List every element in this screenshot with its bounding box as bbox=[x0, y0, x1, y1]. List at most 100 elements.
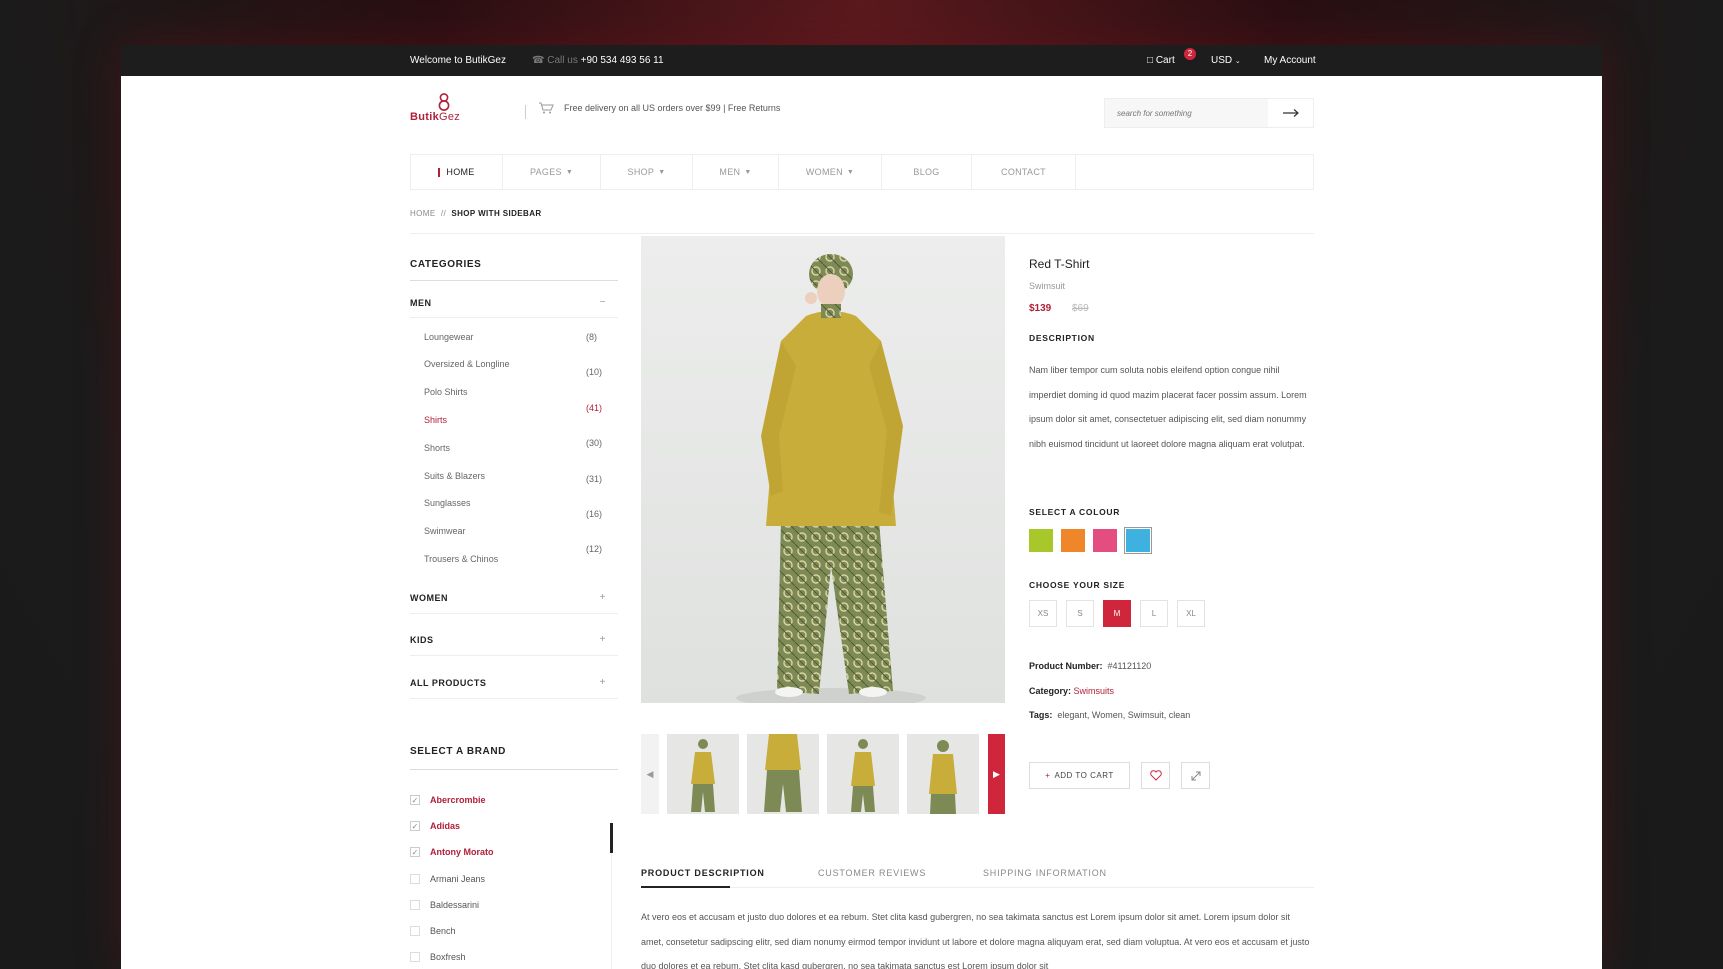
category-men[interactable]: MEN − bbox=[410, 297, 606, 308]
product-category: Swimsuit bbox=[1029, 281, 1066, 291]
logo-text: ButikGez bbox=[410, 111, 461, 123]
brand-option[interactable]: Baldessarini bbox=[410, 900, 479, 910]
description-title: DESCRIPTION bbox=[1029, 333, 1095, 343]
model-figure bbox=[641, 236, 1005, 703]
colour-swatch-orange[interactable] bbox=[1061, 529, 1085, 552]
tab-shipping-information[interactable]: SHIPPING INFORMATION bbox=[983, 868, 1107, 878]
subcategory-trousers-chinos[interactable]: Trousers & Chinos bbox=[424, 554, 498, 564]
product-category-label: Category: bbox=[1029, 686, 1072, 696]
colour-swatch-green[interactable] bbox=[1029, 529, 1053, 552]
chevron-down-icon: ▼ bbox=[846, 168, 855, 176]
brand-option[interactable]: ✓ Antony Morato bbox=[410, 847, 494, 857]
nav-women[interactable]: WOMEN ▼ bbox=[779, 155, 882, 189]
nav-pages[interactable]: PAGES ▼ bbox=[503, 155, 601, 189]
thumbnail-image[interactable] bbox=[667, 734, 739, 814]
site-logo[interactable]: ButikGez bbox=[410, 93, 480, 123]
delivery-info: Free delivery on all US orders over $99 … bbox=[538, 102, 780, 114]
checkbox-checked-icon[interactable]: ✓ bbox=[410, 847, 420, 857]
size-option-m[interactable]: M bbox=[1103, 600, 1131, 627]
nav-men[interactable]: MEN ▼ bbox=[693, 155, 779, 189]
subcategory-count: (12) bbox=[586, 544, 603, 554]
size-option-s[interactable]: S bbox=[1066, 600, 1094, 627]
nav-home[interactable]: HOME bbox=[411, 155, 503, 189]
thumbnail-image[interactable] bbox=[907, 734, 979, 814]
thumbnail-prev-button[interactable]: ◀ bbox=[641, 734, 659, 814]
nav-shop[interactable]: SHOP ▼ bbox=[601, 155, 693, 189]
subcategory-count: (16) bbox=[586, 509, 603, 519]
search-input[interactable] bbox=[1105, 99, 1268, 127]
brand-underline bbox=[410, 769, 618, 770]
size-option-xl[interactable]: XL bbox=[1177, 600, 1205, 627]
thumbnail-figure bbox=[907, 734, 979, 814]
category-divider bbox=[410, 698, 618, 699]
checkbox-checked-icon[interactable]: ✓ bbox=[410, 795, 420, 805]
nav-blog[interactable]: BLOG bbox=[882, 155, 972, 189]
colour-swatch-blue[interactable] bbox=[1124, 527, 1152, 554]
brand-title: SELECT A BRAND bbox=[410, 746, 506, 757]
cart-link[interactable]: □ Cart bbox=[1147, 55, 1175, 66]
checkbox-checked-icon[interactable]: ✓ bbox=[410, 821, 420, 831]
colour-swatch-pink[interactable] bbox=[1093, 529, 1117, 552]
checkbox[interactable] bbox=[410, 926, 420, 936]
brand-scrollbar[interactable] bbox=[610, 823, 613, 853]
thumbnail-figure bbox=[827, 734, 899, 814]
subcategory-loungewear[interactable]: Loungewear bbox=[424, 332, 474, 342]
breadcrumb-home[interactable]: HOME bbox=[410, 209, 436, 218]
search-submit-button[interactable] bbox=[1268, 99, 1313, 127]
subcategory-shorts[interactable]: Shorts bbox=[424, 443, 450, 453]
product-tags[interactable]: elegant, Women, Swimsuit, clean bbox=[1057, 710, 1190, 720]
brand-option[interactable]: ✓ Abercrombie bbox=[410, 795, 486, 805]
brand-option[interactable]: Boxfresh bbox=[410, 952, 466, 962]
tab-content: At vero eos et accusam et justo duo dolo… bbox=[641, 912, 1310, 969]
subcategory-polo-shirts[interactable]: Polo Shirts bbox=[424, 387, 468, 397]
checkbox[interactable] bbox=[410, 874, 420, 884]
checkbox[interactable] bbox=[410, 900, 420, 910]
brand-option[interactable]: Bench bbox=[410, 926, 456, 936]
size-option-l[interactable]: L bbox=[1140, 600, 1168, 627]
add-to-cart-button[interactable]: + ADD TO CART bbox=[1029, 762, 1130, 789]
product-category-link[interactable]: Swimsuits bbox=[1074, 686, 1115, 696]
category-women[interactable]: WOMEN + bbox=[410, 592, 606, 603]
category-all-products[interactable]: ALL PRODUCTS + bbox=[410, 677, 606, 688]
thumbnail-next-button[interactable]: ▶ bbox=[988, 734, 1005, 814]
expand-button[interactable] bbox=[1181, 762, 1210, 789]
subcategory-count: (10) bbox=[586, 367, 603, 377]
breadcrumb: HOME // SHOP WITH SIDEBAR bbox=[410, 209, 542, 218]
brand-label: Abercrombie bbox=[430, 795, 486, 805]
thumbnail-image[interactable] bbox=[827, 734, 899, 814]
subcategory-shirts[interactable]: Shirts bbox=[424, 415, 447, 425]
brand-option[interactable]: Armani Jeans bbox=[410, 874, 485, 884]
add-to-cart-label: ADD TO CART bbox=[1054, 771, 1114, 780]
subcategory-suits-blazers[interactable]: Suits & Blazers bbox=[424, 471, 485, 481]
product-price: $139 bbox=[1029, 303, 1052, 314]
plus-icon: + bbox=[1045, 771, 1051, 780]
subcategory-oversized[interactable]: Oversized & Longline bbox=[424, 359, 510, 369]
product-description: Nam liber tempor cum soluta nobis eleife… bbox=[1029, 365, 1307, 449]
logo-icon bbox=[438, 93, 450, 111]
nav-contact[interactable]: CONTACT bbox=[972, 155, 1076, 189]
brand-option[interactable]: ✓ Adidas bbox=[410, 821, 460, 831]
chevron-left-icon: ◀ bbox=[646, 768, 654, 779]
tab-customer-reviews[interactable]: CUSTOMER REVIEWS bbox=[818, 868, 926, 878]
cart-outline-icon bbox=[539, 102, 554, 114]
size-option-xs[interactable]: XS bbox=[1029, 600, 1057, 627]
category-kids[interactable]: KIDS + bbox=[410, 634, 606, 645]
wishlist-button[interactable] bbox=[1141, 762, 1170, 789]
thumbnail-image[interactable] bbox=[747, 734, 819, 814]
subcategory-count: (31) bbox=[586, 474, 603, 484]
subcategory-count: (41) bbox=[586, 403, 603, 413]
tab-product-description[interactable]: PRODUCT DESCRIPTION bbox=[641, 868, 765, 878]
welcome-text: Welcome to ButikGez bbox=[410, 55, 506, 66]
plus-icon: + bbox=[599, 634, 606, 645]
product-main-image[interactable] bbox=[641, 236, 1005, 703]
subcategory-swimwear[interactable]: Swimwear bbox=[424, 526, 466, 536]
my-account-link[interactable]: My Account bbox=[1264, 55, 1316, 66]
category-men-label: MEN bbox=[410, 298, 432, 308]
top-bar: Welcome to ButikGez ☎ Call us +90 534 49… bbox=[121, 45, 1602, 76]
product-old-price: $69 bbox=[1072, 303, 1089, 314]
currency-select[interactable]: USD ⌄ bbox=[1211, 55, 1241, 66]
subcategory-sunglasses[interactable]: Sunglasses bbox=[424, 498, 471, 508]
product-tags-row: Tags: elegant, Women, Swimsuit, clean bbox=[1029, 710, 1190, 720]
plus-icon: + bbox=[599, 592, 606, 603]
checkbox[interactable] bbox=[410, 952, 420, 962]
